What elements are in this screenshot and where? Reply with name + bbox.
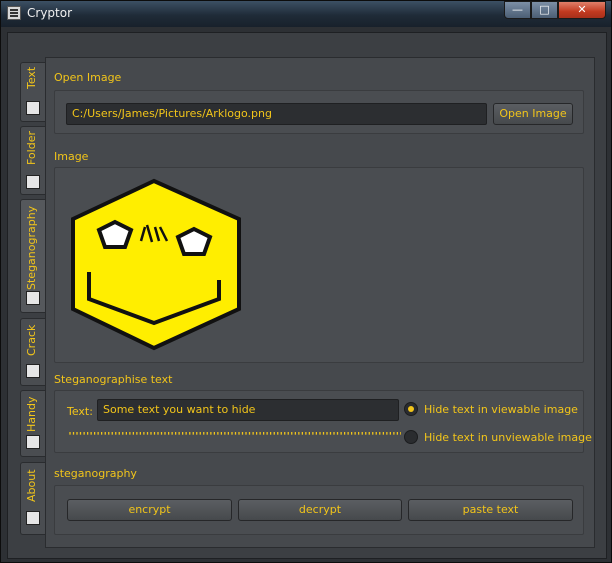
crack-icon <box>26 364 40 378</box>
image-preview <box>71 178 241 351</box>
tab-folder-label: Folder <box>25 131 38 165</box>
tab-folder[interactable]: Folder <box>20 126 45 195</box>
tab-crack-label: Crack <box>25 325 38 357</box>
radio-unviewable-label[interactable]: Hide text in unviewable image <box>424 431 592 444</box>
text-label: Text: <box>67 405 93 418</box>
hidden-text-input[interactable]: Some text you want to hide <box>97 399 399 421</box>
encrypt-button[interactable]: encrypt <box>67 499 232 521</box>
paste-text-button[interactable]: paste text <box>408 499 573 521</box>
app-icon <box>7 6 21 20</box>
minimize-button[interactable]: — <box>504 1 531 19</box>
tab-crack[interactable]: Crack <box>20 318 45 386</box>
radio-viewable[interactable] <box>404 402 418 416</box>
steganography-section-title: steganography <box>54 467 137 480</box>
text-icon <box>26 101 40 115</box>
image-path-field[interactable]: C:/Users/James/Pictures/Arklogo.png <box>66 103 487 125</box>
radio-viewable-label[interactable]: Hide text in viewable image <box>424 403 578 416</box>
image-icon <box>26 291 40 305</box>
tab-about-label: About <box>25 469 38 502</box>
tab-text-label: Text <box>25 67 38 90</box>
image-section-title: Image <box>54 150 89 163</box>
about-icon <box>26 511 40 525</box>
window-title: Cryptor <box>27 6 73 20</box>
open-image-button[interactable]: Open Image <box>493 103 573 125</box>
left-eye <box>96 219 134 249</box>
tab-steganography[interactable]: Steganography <box>20 199 45 313</box>
right-eye <box>175 226 213 256</box>
radio-unviewable[interactable] <box>404 430 418 444</box>
tab-steganography-label: Steganography <box>25 205 38 290</box>
tab-handy-label: Handy <box>25 397 38 433</box>
stego-text-section-title: Steganographise text <box>54 373 173 386</box>
decrypt-button[interactable]: decrypt <box>238 499 402 521</box>
folder-icon <box>26 175 40 189</box>
tab-about[interactable]: About <box>20 462 45 535</box>
progress-indicator: ''''''''''''''''''''''''''''''''''''''''… <box>67 431 401 442</box>
cryptor-window: Cryptor — □ ✕ Text Folder Steganography … <box>0 0 612 563</box>
tab-text[interactable]: Text <box>20 62 45 122</box>
open-image-section-title: Open Image <box>54 71 122 84</box>
close-button[interactable]: ✕ <box>558 1 606 19</box>
maximize-button[interactable]: □ <box>531 1 558 19</box>
tab-handy[interactable]: Handy <box>20 390 45 457</box>
calculator-icon <box>26 435 40 449</box>
